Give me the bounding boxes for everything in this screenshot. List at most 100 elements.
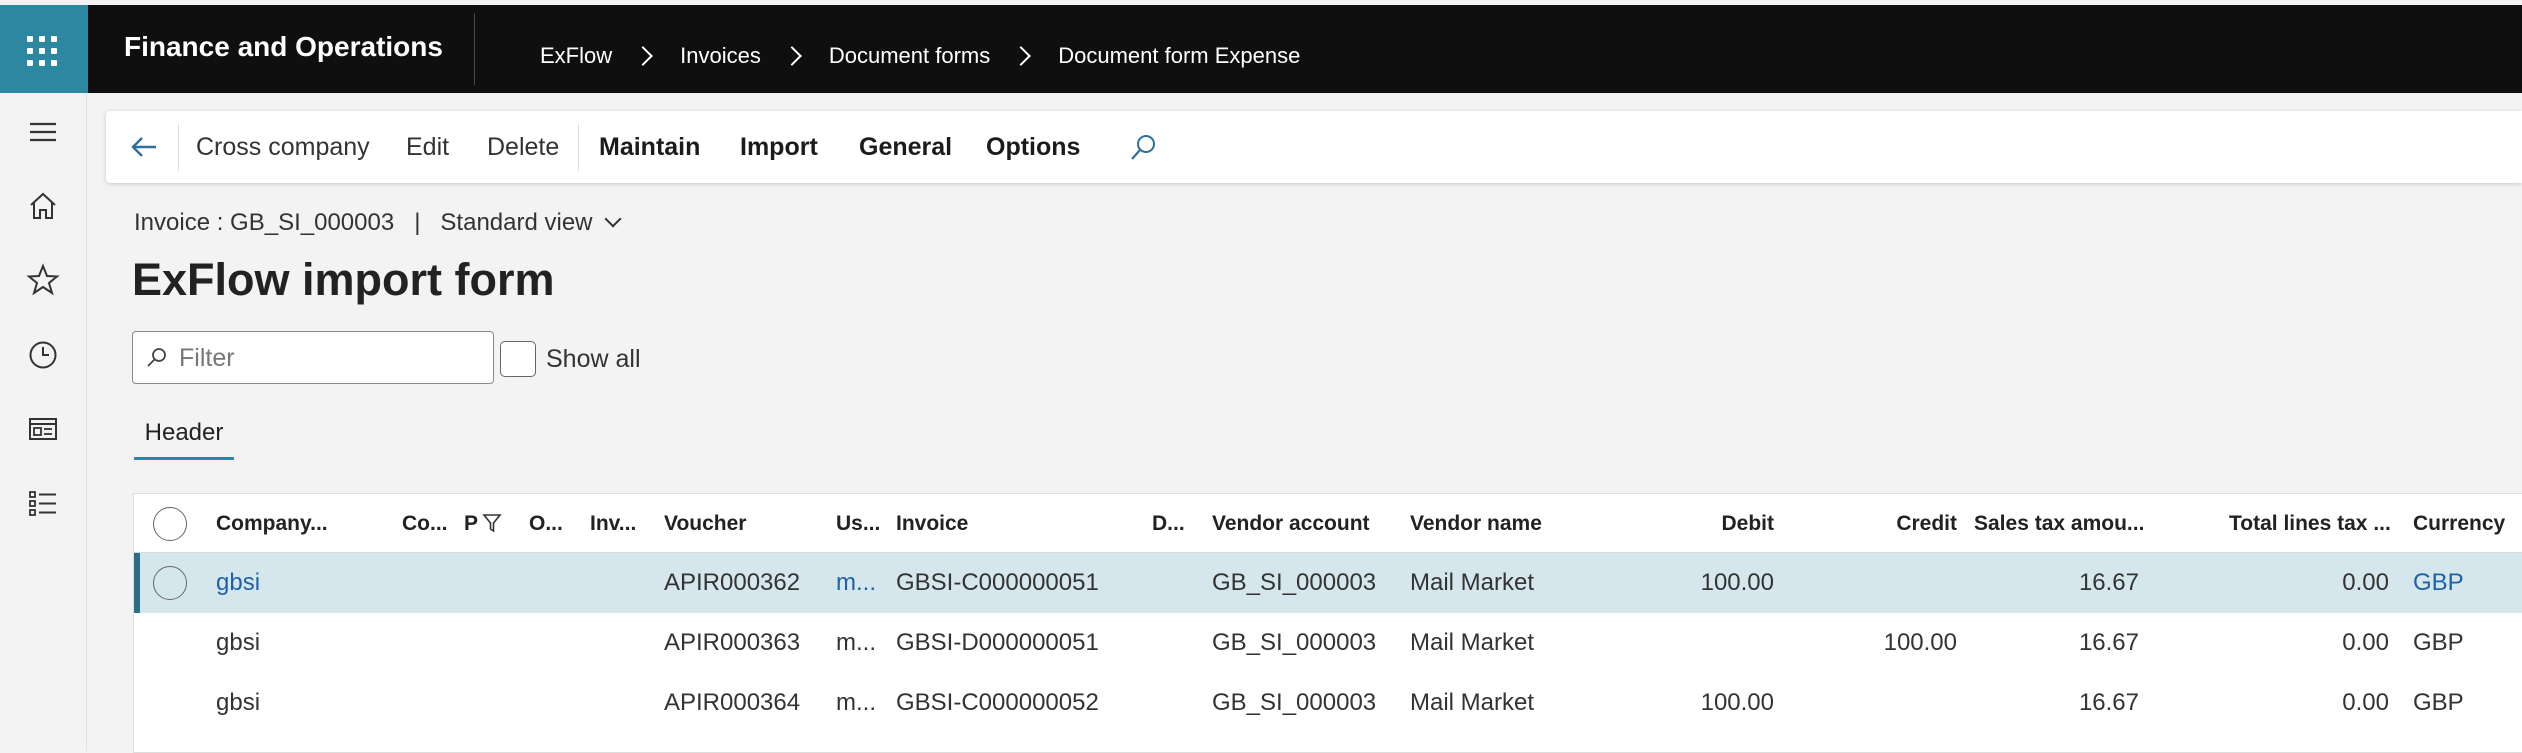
column-header-company[interactable]: Company... bbox=[216, 512, 328, 536]
breadcrumb: ExFlow Invoices Document forms Document … bbox=[540, 38, 1300, 74]
chevron-right-icon bbox=[1011, 46, 1032, 66]
filter-input[interactable] bbox=[177, 340, 481, 376]
workspace-icon[interactable] bbox=[24, 410, 62, 448]
company-cell[interactable]: gbsi bbox=[216, 569, 356, 597]
hamburger-icon[interactable] bbox=[24, 113, 62, 151]
grid-header-row: Company... Co... P O... Inv... Voucher U… bbox=[134, 494, 2522, 553]
filter-search-icon bbox=[147, 348, 166, 367]
vendor-name-cell: Mail Market bbox=[1410, 569, 1535, 596]
invoice-cell: GBSI-C000000052 bbox=[896, 689, 1099, 716]
voucher-cell: APIR000362 bbox=[664, 569, 801, 596]
column-header-credit[interactable]: Credit bbox=[1846, 512, 1957, 536]
invoice-cell: GBSI-D000000051 bbox=[896, 629, 1099, 656]
total-lines-tax-cell: 0.00 bbox=[2342, 689, 2389, 716]
column-filter-icon[interactable] bbox=[482, 512, 502, 534]
breadcrumb-item-exflow[interactable]: ExFlow bbox=[540, 43, 612, 69]
row-selection-indicator bbox=[134, 553, 140, 613]
view-selector[interactable]: Standard view bbox=[440, 209, 622, 237]
show-all: Show all bbox=[500, 341, 641, 377]
page-title: ExFlow import form bbox=[132, 254, 555, 305]
breadcrumb-item-document-forms[interactable]: Document forms bbox=[829, 43, 990, 69]
column-header-co[interactable]: Co... bbox=[402, 512, 448, 536]
voucher-cell: APIR000364 bbox=[664, 689, 801, 716]
tab-header[interactable]: Header bbox=[134, 419, 234, 447]
user-cell: m... bbox=[836, 629, 876, 656]
column-header-d[interactable]: D... bbox=[1152, 512, 1192, 536]
user-cell: m... bbox=[836, 689, 876, 716]
options-menu[interactable]: Options bbox=[986, 133, 1080, 162]
data-grid: Company... Co... P O... Inv... Voucher U… bbox=[133, 493, 2522, 753]
separator: | bbox=[414, 209, 421, 236]
column-header-debit[interactable]: Debit bbox=[1664, 512, 1775, 536]
column-header-voucher[interactable]: Voucher bbox=[664, 512, 764, 536]
import-menu[interactable]: Import bbox=[740, 133, 818, 162]
row-select-checkbox[interactable] bbox=[153, 566, 187, 600]
general-menu[interactable]: General bbox=[859, 133, 952, 162]
debit-cell: 100.00 bbox=[1700, 689, 1774, 716]
currency-cell[interactable]: GBP bbox=[2413, 569, 2493, 597]
column-header-inv[interactable]: Inv... bbox=[590, 512, 642, 536]
select-all-checkbox[interactable] bbox=[153, 507, 187, 541]
top-bar: Finance and Operations ExFlow Invoices D… bbox=[0, 5, 2522, 93]
column-header-total-lines-tax[interactable]: Total lines tax ... bbox=[2229, 512, 2399, 536]
record-caption: Invoice : GB_SI_000003 | Standard view bbox=[134, 209, 622, 237]
table-row[interactable]: gbsi APIR000364 m... GBSI-C000000052 GB_… bbox=[134, 673, 2522, 733]
column-header-vendor-account[interactable]: Vendor account bbox=[1212, 512, 1392, 536]
column-header-o[interactable]: O... bbox=[529, 512, 569, 536]
chevron-right-icon bbox=[633, 46, 654, 66]
table-row[interactable]: gbsi APIR000362 m... GBSI-C000000051 GB_… bbox=[134, 553, 2522, 613]
voucher-cell: APIR000363 bbox=[664, 629, 801, 656]
currency-cell: GBP bbox=[2413, 689, 2464, 716]
column-header-p[interactable]: P bbox=[464, 512, 478, 536]
sales-tax-cell: 16.67 bbox=[2078, 629, 2139, 656]
breadcrumb-item-document-form-expense[interactable]: Document form Expense bbox=[1058, 43, 1300, 69]
divider bbox=[474, 13, 475, 85]
company-cell: gbsi bbox=[216, 629, 261, 656]
clock-icon[interactable] bbox=[24, 336, 62, 374]
user-cell[interactable]: m... bbox=[836, 569, 886, 597]
vendor-name-cell: Mail Market bbox=[1410, 689, 1535, 716]
column-header-vendor-name[interactable]: Vendor name bbox=[1410, 512, 1590, 536]
chevron-down-icon bbox=[604, 210, 622, 228]
record-id: Invoice : GB_SI_000003 bbox=[134, 209, 395, 236]
vendor-account-cell: GB_SI_000003 bbox=[1212, 689, 1377, 716]
breadcrumb-item-invoices[interactable]: Invoices bbox=[680, 43, 761, 69]
table-row[interactable]: gbsi APIR000363 m... GBSI-D000000051 GB_… bbox=[134, 613, 2522, 673]
search-icon[interactable] bbox=[1126, 131, 1160, 165]
delete-button[interactable]: Delete bbox=[487, 133, 559, 162]
vendor-name-cell: Mail Market bbox=[1410, 629, 1535, 656]
waffle-icon[interactable] bbox=[0, 5, 88, 93]
column-header-currency[interactable]: Currency bbox=[2413, 512, 2513, 536]
company-cell: gbsi bbox=[216, 689, 261, 716]
star-icon[interactable] bbox=[24, 261, 62, 299]
vendor-account-cell: GB_SI_000003 bbox=[1212, 629, 1377, 656]
show-all-checkbox[interactable] bbox=[500, 341, 536, 377]
divider bbox=[178, 123, 179, 171]
view-name: Standard view bbox=[440, 209, 593, 236]
edit-button[interactable]: Edit bbox=[406, 133, 449, 162]
app-title[interactable]: Finance and Operations bbox=[124, 31, 443, 63]
debit-cell: 100.00 bbox=[1700, 569, 1774, 596]
tab-header-underline bbox=[134, 457, 234, 460]
cross-company-button[interactable]: Cross company bbox=[196, 133, 370, 162]
invoice-cell: GBSI-C000000051 bbox=[896, 569, 1099, 596]
show-all-label: Show all bbox=[546, 344, 641, 373]
chevron-right-icon bbox=[781, 46, 802, 66]
currency-cell: GBP bbox=[2413, 629, 2464, 656]
sales-tax-cell: 16.67 bbox=[2078, 569, 2139, 596]
column-header-invoice[interactable]: Invoice bbox=[896, 512, 1016, 536]
action-pane: Cross company Edit Delete Maintain Impor… bbox=[106, 111, 2522, 183]
modules-icon[interactable] bbox=[24, 484, 62, 522]
left-navigation bbox=[0, 93, 87, 751]
total-lines-tax-cell: 0.00 bbox=[2342, 629, 2389, 656]
back-arrow-icon[interactable] bbox=[126, 129, 162, 165]
total-lines-tax-cell: 0.00 bbox=[2342, 569, 2389, 596]
home-icon[interactable] bbox=[24, 187, 62, 225]
column-header-sales-tax-amount[interactable]: Sales tax amou... bbox=[1974, 512, 2144, 536]
vendor-account-cell: GB_SI_000003 bbox=[1212, 569, 1377, 596]
maintain-menu[interactable]: Maintain bbox=[599, 133, 700, 162]
divider bbox=[578, 123, 579, 171]
column-header-user[interactable]: Us... bbox=[836, 512, 884, 536]
filter-box bbox=[132, 331, 494, 384]
sales-tax-cell: 16.67 bbox=[2078, 689, 2139, 716]
